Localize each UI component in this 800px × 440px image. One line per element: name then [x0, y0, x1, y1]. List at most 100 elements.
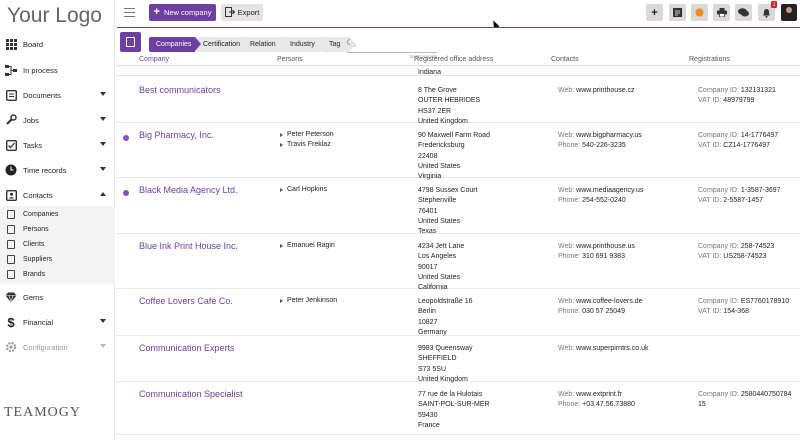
- table-row[interactable]: Big Pharmacy, Inc. Peter Peterson Travis F…: [117, 123, 800, 180]
- breadcrumb-certification[interactable]: Certification: [196, 37, 248, 52]
- table-row[interactable]: Coffee Lovers Café Co. Peter Jenkinson Leo…: [117, 289, 800, 336]
- company-name-link[interactable]: Best communicators: [139, 85, 221, 95]
- person-link[interactable]: Peter Jenkinson: [277, 297, 337, 307]
- chevron-down-icon[interactable]: [100, 117, 106, 121]
- table-row[interactable]: Communication Specialist 77 rue de la Hul…: [117, 382, 800, 435]
- dollar-icon: $: [7, 314, 15, 330]
- address-line: 4798 Sussex Court: [418, 187, 478, 194]
- contact-line[interactable]: Phone: 254-552-0240: [558, 196, 643, 206]
- sidebar-subitem-suppliers[interactable]: Suppliers: [0, 252, 115, 267]
- person-link[interactable]: Emanuel Ragiri: [277, 242, 335, 252]
- chevron-up-icon[interactable]: [100, 192, 106, 196]
- contact-line[interactable]: Web: www.printhouse.cz: [558, 86, 635, 96]
- company-name-link[interactable]: Blue Ink Print House Inc.: [139, 241, 238, 251]
- chat-button[interactable]: [735, 4, 752, 21]
- person-link[interactable]: Carl Hopkins: [277, 186, 327, 196]
- companies-icon: [7, 210, 15, 219]
- company-name-link[interactable]: Coffee Lovers Café Co.: [139, 296, 233, 306]
- company-name-link[interactable]: Communication Experts: [139, 343, 235, 353]
- contact-line[interactable]: Web: www.mediaagency.us: [558, 186, 643, 196]
- sidebar-subitem-brands[interactable]: Brands: [0, 267, 115, 282]
- new-company-button[interactable]: + New company: [149, 4, 216, 21]
- contact-value[interactable]: www.bigpharmacy.us: [576, 132, 642, 139]
- column-company[interactable]: Company: [139, 56, 169, 63]
- contact-value[interactable]: www.printhouse.us: [576, 243, 635, 250]
- contact-line[interactable]: Web: www.printhouse.us: [558, 242, 635, 252]
- column-address[interactable]: Registered office address: [414, 56, 493, 63]
- notes-button[interactable]: [669, 4, 686, 21]
- registration-value: 132131321: [740, 87, 776, 94]
- chat-icon: [738, 8, 749, 17]
- contact-line[interactable]: Web: www.coffee-lovers.de: [558, 297, 643, 307]
- notifications-button[interactable]: 1: [758, 1, 777, 21]
- contact-value[interactable]: 540-226-3235: [582, 142, 626, 149]
- sidebar-item-financial[interactable]: $ Financial: [0, 311, 115, 333]
- contact-line[interactable]: Web: www.superpirntrs.co.uk: [558, 344, 649, 354]
- contact-line[interactable]: Phone: 540-226-3235: [558, 141, 642, 151]
- sidebar-subitem-companies[interactable]: Companies: [0, 207, 115, 222]
- contact-value[interactable]: www.extprint.fr: [576, 391, 622, 398]
- contact-line[interactable]: Phone: 030 57 25049: [558, 307, 643, 317]
- menu-toggle-icon[interactable]: [124, 8, 135, 17]
- person-link[interactable]: Peter Peterson: [277, 131, 334, 141]
- search-input[interactable]: 50/50 records: [347, 37, 437, 59]
- sidebar-item-in-process[interactable]: In process: [0, 59, 115, 81]
- contact-line[interactable]: Phone: +03.47.56.73880: [558, 400, 635, 410]
- table-row[interactable]: Black Media Agency Ltd. Carl Hopkins 4798 …: [117, 178, 800, 235]
- chevron-down-icon[interactable]: [100, 319, 106, 323]
- table-row[interactable]: Best communicators 8 The Grove OUTER HEBRI…: [117, 78, 800, 125]
- contact-value[interactable]: 310 691 9383: [582, 253, 625, 260]
- contact-value[interactable]: 254-552-0240: [582, 197, 626, 204]
- sidebar-item-label: Time records: [23, 165, 67, 175]
- notes-icon: [673, 8, 682, 17]
- contact-line[interactable]: Web: www.bigpharmacy.us: [558, 131, 642, 141]
- contact-value[interactable]: www.coffee-lovers.de: [576, 298, 642, 305]
- contact-value[interactable]: +03.47.56.73880: [582, 401, 635, 408]
- print-button[interactable]: [713, 4, 730, 21]
- sidebar-subitem-persons[interactable]: Persons: [0, 222, 115, 237]
- orange-app-button[interactable]: [691, 4, 708, 21]
- contact-line[interactable]: Web: www.extprint.fr: [558, 390, 635, 400]
- column-persons[interactable]: Persons: [277, 56, 303, 63]
- registration-line: 15: [698, 400, 798, 410]
- contact-value[interactable]: www.printhouse.cz: [576, 87, 634, 94]
- chevron-down-icon[interactable]: [100, 167, 106, 171]
- address-block: 77 rue de la Hulotais SAINT-POL-SUR-MER 59…: [418, 390, 490, 431]
- column-contacts[interactable]: Contacts: [551, 56, 579, 63]
- registration-label: Company ID:: [698, 87, 739, 94]
- sidebar-item-configuration[interactable]: Configuration: [0, 336, 115, 358]
- breadcrumb-companies[interactable]: Companies: [149, 37, 201, 52]
- sidebar-item-board[interactable]: Board: [0, 33, 115, 55]
- chevron-down-icon[interactable]: [100, 142, 106, 146]
- sidebar-item-time-records[interactable]: Time records: [0, 159, 115, 181]
- table-row[interactable]: Communication Experts 9983 Queensway SHEFF…: [117, 336, 800, 383]
- registration-label: Company ID:: [698, 132, 739, 139]
- sidebar-item-label: Configuration: [23, 342, 68, 352]
- sidebar-item-gems[interactable]: Gems: [0, 286, 115, 308]
- sidebar-item-label: Jobs: [23, 115, 39, 125]
- contact-value[interactable]: 030 57 25049: [582, 308, 625, 315]
- chevron-down-icon[interactable]: [100, 92, 106, 96]
- contact-value[interactable]: www.superpirntrs.co.uk: [576, 345, 648, 352]
- company-name-link[interactable]: Black Media Agency Ltd.: [139, 185, 238, 195]
- export-button[interactable]: Export: [221, 4, 263, 21]
- sidebar-item-jobs[interactable]: Jobs: [0, 109, 115, 131]
- registration-value: CZ14-1776497: [723, 142, 770, 150]
- breadcrumb-relation[interactable]: Relation: [243, 37, 288, 52]
- chevron-down-icon[interactable]: [100, 344, 106, 348]
- breadcrumb-industry[interactable]: Industry: [283, 37, 327, 52]
- sidebar-subitem-clients[interactable]: Clients: [0, 237, 115, 252]
- table-row[interactable]: Blue Ink Print House Inc. Emanuel Ragiri 4…: [117, 234, 800, 291]
- company-name-link[interactable]: Communication Specialist: [139, 389, 243, 399]
- contact-value[interactable]: www.mediaagency.us: [576, 187, 643, 194]
- contact-line[interactable]: Phone: 310 691 9383: [558, 252, 635, 262]
- person-link[interactable]: Travis Freklaz: [277, 141, 334, 151]
- company-name-link[interactable]: Big Pharmacy, Inc.: [139, 130, 214, 140]
- add-button[interactable]: +: [646, 4, 663, 21]
- avatar[interactable]: [781, 4, 797, 21]
- sidebar-item-tasks[interactable]: Tasks: [0, 134, 115, 156]
- sidebar-item-documents[interactable]: Documents: [0, 84, 115, 106]
- sidebar-item-contacts[interactable]: Contacts: [0, 184, 115, 206]
- column-registrations[interactable]: Registrations: [689, 56, 730, 63]
- app-logo[interactable]: Your Logo: [7, 4, 102, 28]
